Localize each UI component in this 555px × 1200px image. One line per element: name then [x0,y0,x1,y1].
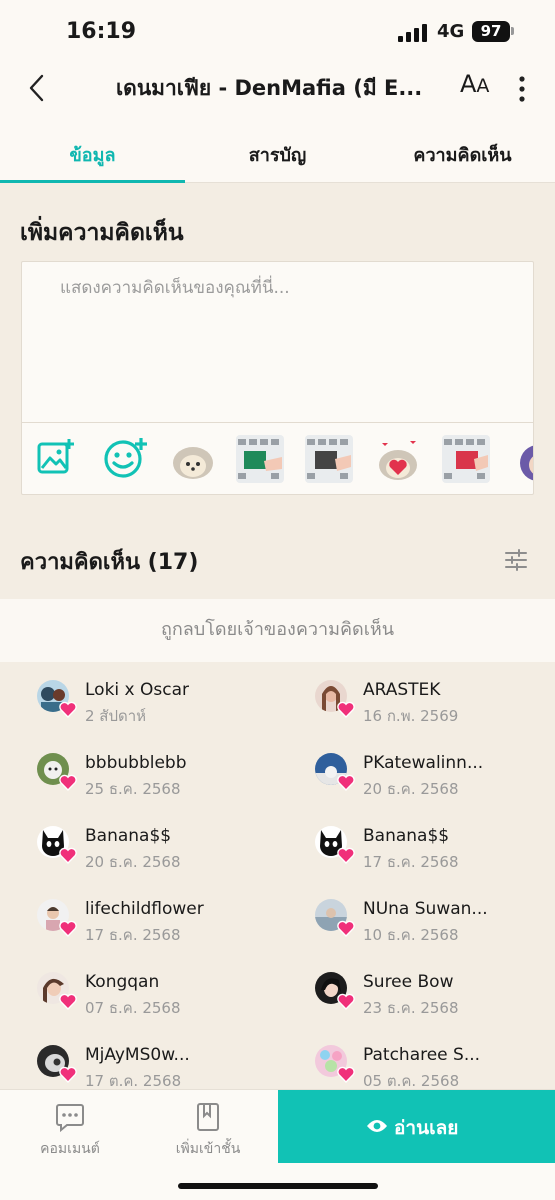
reactor-name: ARASTEK [363,680,441,700]
reactor-date: 10 ธ.ค. 2568 [363,926,459,944]
reactor-name: Banana$$ [85,826,172,846]
reactor-date: 20 ธ.ค. 2568 [85,853,181,871]
heart-icon [337,701,355,718]
bookmark-book-icon [197,1103,219,1131]
reactors-grid: Loki x Oscar 2 สัปดาห์ ARASTEK 16 ก.พ. 2… [0,662,555,1090]
read-now-label: อ่านเลย [394,1117,459,1139]
reactor-item[interactable]: bbbubblebb 25 ธ.ค. 2568 [37,735,287,798]
tab-toc[interactable]: สารบัญ [185,140,370,169]
reactor-item[interactable]: Suree Bow 23 ธ.ค. 2568 [315,954,555,1017]
keyboard-sticker[interactable] [236,435,284,483]
heart-icon [337,1066,355,1083]
reactor-name: Patcharee S... [363,1045,481,1065]
heart-icon [337,993,355,1010]
reactor-name: lifechildflower [85,899,204,919]
status-bar: 16:19 4G 97 [0,0,555,60]
keyboard-sticker[interactable] [442,435,490,483]
font-size-button[interactable]: AA [460,70,489,98]
add-comment-title: เพิ่มความคิดเห็น [20,220,184,246]
heart-icon [337,774,355,791]
reactor-item[interactable]: Patcharee S... 05 ต.ค. 2568 [315,1027,555,1090]
character-sticker[interactable] [510,435,533,483]
reactor-date: 05 ต.ค. 2568 [363,1072,460,1090]
reactor-item[interactable]: Kongqan 07 ธ.ค. 2568 [37,954,287,1017]
font-size-small: A [476,75,490,97]
reactor-date: 2 สัปดาห์ [85,707,147,725]
comment-bubble-icon [56,1104,84,1132]
heart-icon [59,774,77,791]
reactor-item[interactable]: NUna Suwan... 10 ธ.ค. 2568 [315,881,555,944]
reactor-date: 17 ธ.ค. 2568 [85,926,181,944]
reactor-name: Loki x Oscar [85,680,190,700]
reactor-item[interactable]: MjAyMS0w... 17 ต.ค. 2568 [37,1027,287,1090]
reactor-date: 17 ธ.ค. 2568 [363,853,459,871]
app-header: เดนมาเฟีย - DenMafia (มี E... AA [0,60,555,116]
reactor-item[interactable]: PKatewalinn... 20 ธ.ค. 2568 [315,735,555,798]
reactor-name: Kongqan [85,972,160,992]
reactor-name: bbbubblebb [85,753,187,773]
home-indicator [178,1183,378,1189]
reactor-name: Banana$$ [363,826,450,846]
reactor-item[interactable]: Loki x Oscar 2 สัปดาห์ [37,662,287,725]
heart-icon [59,920,77,937]
reactor-date: 23 ธ.ค. 2568 [363,999,459,1017]
heart-icon [337,920,355,937]
add-sticker-icon[interactable] [102,437,148,479]
reactor-date: 17 ต.ค. 2568 [85,1072,182,1090]
font-size-big: A [460,70,477,98]
deleted-comment-notice: ถูกลบโดยเจ้าของความคิดเห็น [0,599,555,662]
back-icon[interactable] [24,70,52,106]
comment-nav-label: คอมเมนต์ [40,1141,100,1157]
active-tab-indicator [0,180,185,183]
reactor-item[interactable]: Banana$$ 20 ธ.ค. 2568 [37,808,287,871]
more-options-icon[interactable] [512,72,532,106]
reactor-date: 07 ธ.ค. 2568 [85,999,181,1017]
reactor-date: 25 ธ.ค. 2568 [85,780,181,798]
read-now-button[interactable]: อ่านเลย [278,1090,555,1163]
comment-input[interactable] [22,262,533,422]
reactor-item[interactable]: lifechildflower 17 ธ.ค. 2568 [37,881,287,944]
heart-icon [59,993,77,1010]
filter-icon[interactable] [504,548,528,572]
tab-bar: ข้อมูล สารบัญ ความคิดเห็น [0,128,555,183]
tab-info[interactable]: ข้อมูล [0,140,185,169]
reactor-item[interactable]: Banana$$ 17 ธ.ค. 2568 [315,808,555,871]
heart-icon [337,847,355,864]
hedgehog-heart-sticker[interactable] [374,435,422,483]
add-to-shelf-button[interactable]: เพิ่มเข้าชั้น [148,1102,268,1160]
tab-comments[interactable]: ความคิดเห็น [370,140,555,169]
heart-icon [59,701,77,718]
keyboard-sticker[interactable] [305,435,353,483]
comment-nav-button[interactable]: คอมเมนต์ [10,1102,130,1160]
battery-cap [511,27,514,35]
reactor-name: Suree Bow [363,972,454,992]
comments-count-title: ความคิดเห็น (17) [20,550,199,575]
page-title: เดนมาเฟีย - DenMafia (มี E... [116,76,423,100]
reactor-item[interactable]: ARASTEK 16 ก.พ. 2569 [315,662,555,725]
top-area: 16:19 4G 97 เดนมาเฟีย - DenMafia (มี E..… [0,0,555,183]
battery-icon: 97 [472,21,510,42]
status-time: 16:19 [66,19,137,44]
reactor-name: NUna Suwan... [363,899,488,919]
hedgehog-sticker[interactable] [169,435,217,483]
comment-composer [21,261,534,495]
reactor-name: MjAyMS0w... [85,1045,190,1065]
heart-icon [59,847,77,864]
add-to-shelf-label: เพิ่มเข้าชั้น [175,1141,241,1157]
signal-icon [398,24,430,42]
network-type: 4G [437,21,465,42]
reactor-date: 20 ธ.ค. 2568 [363,780,459,798]
sticker-bar [22,422,533,494]
reactor-date: 16 ก.พ. 2569 [363,707,459,725]
heart-icon [59,1066,77,1083]
reactor-name: PKatewalinn... [363,753,484,773]
eye-icon [367,1120,387,1132]
add-image-icon[interactable] [36,437,76,477]
